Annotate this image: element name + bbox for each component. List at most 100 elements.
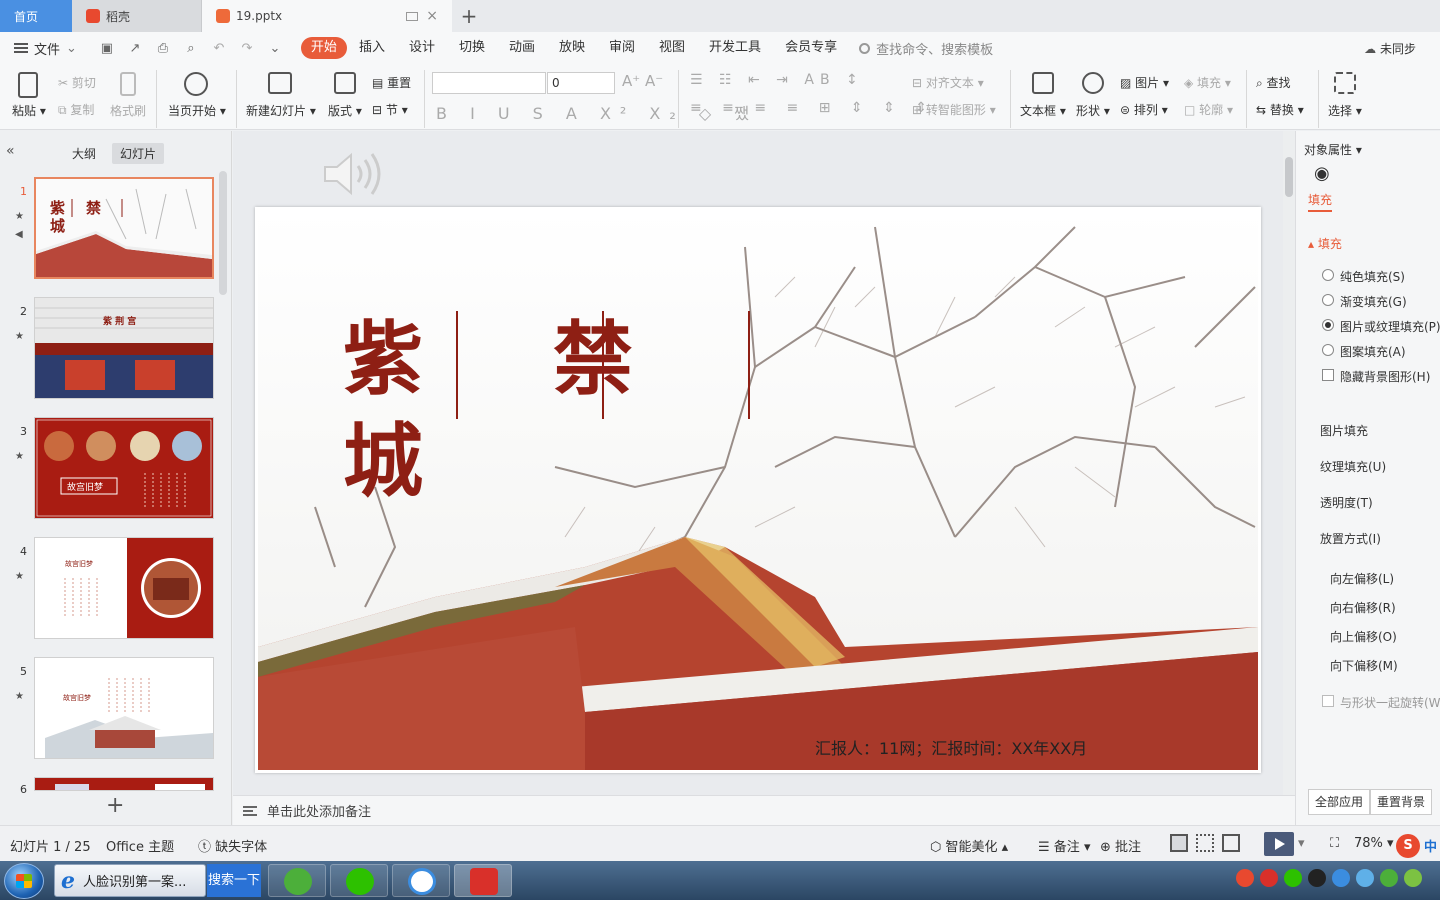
reset-background-button[interactable]: 重置背景 [1370,789,1433,815]
ribbon-tab-5[interactable]: 放映 [547,37,597,59]
sogou-tray-icon[interactable] [1236,869,1254,887]
save-icon[interactable]: ▣ [99,41,115,56]
sync-status[interactable]: ☁ 未同步 [1364,40,1416,57]
pattern-fill-label[interactable]: 图案填充(A) [1340,343,1406,360]
reporter-text[interactable]: 汇报人：11网；汇报时间：XX年XX月 [815,735,1087,759]
paste-button[interactable]: 粘贴 ▾ [12,102,46,119]
baidu-tray-icon[interactable] [1332,869,1350,887]
new-slide-icon[interactable] [268,72,292,94]
tab-home[interactable]: 首页 [0,0,72,32]
picture-fill-label[interactable]: 图片或纹理填充(P) [1340,318,1440,335]
ie-window-button[interactable]: e 人脸识别第一案... [54,864,206,897]
radio-pattern-fill[interactable] [1322,344,1334,356]
taskbar-app-baidu[interactable] [392,864,450,897]
collapse-panel-icon[interactable]: « [6,143,15,159]
ribbon-tab-4[interactable]: 动画 [497,37,547,59]
export-icon[interactable]: ↗ [127,41,143,56]
ribbon-tab-3[interactable]: 切换 [447,37,497,59]
hide-bg-label[interactable]: 隐藏背景图形(H) [1340,368,1430,385]
theme-name[interactable]: Office 主题 [106,836,174,855]
slide-thumbnail-4[interactable]: 故宫旧梦 [34,537,214,639]
fill-button[interactable]: ◈ 填充 ▾ [1184,74,1231,91]
apply-all-button[interactable]: 全部应用 [1308,789,1371,815]
font-size-select[interactable]: 0 [547,72,615,94]
tab-fill[interactable]: 填充 [1308,191,1333,212]
taskbar-app-360[interactable] [268,864,326,897]
format-painter-icon[interactable] [120,72,136,96]
smartart-button[interactable]: ⊞ 转智能图形 ▾ [912,101,996,118]
slide-thumbnail-5[interactable]: 故宫旧梦 [34,657,214,759]
rotate-with-shape-label[interactable]: 与形状一起旋转(W) [1340,694,1440,711]
undo-icon[interactable]: ↶ [211,41,227,56]
redo-icon[interactable]: ↷ [239,41,255,56]
slide-thumbnail-2[interactable]: 紫 荆 宫 [34,297,214,399]
ribbon-tab-8[interactable]: 开发工具 [697,37,773,59]
play-circle-icon[interactable] [184,72,208,96]
paste-icon[interactable] [18,72,38,98]
tab-outline[interactable]: 大纲 [64,143,104,164]
cut-button[interactable]: ✂ 剪切 [58,74,96,91]
textbox-icon[interactable] [1032,72,1054,94]
customize-icon[interactable]: ⌄ [267,41,283,56]
outline-button[interactable]: □ 轮廓 ▾ [1184,101,1233,118]
slide-thumbnail-3[interactable]: 故宫旧梦 [34,417,214,519]
tab-docer[interactable]: 稻壳 [72,0,202,32]
ribbon-tab-9[interactable]: 会员专享 [773,37,849,59]
ribbon-tab-1[interactable]: 插入 [347,37,397,59]
play-options-icon[interactable]: ▾ [1298,836,1305,851]
fill-section-header[interactable]: ▴ 填充 [1308,235,1342,252]
sorter-view-icon[interactable] [1196,834,1214,852]
reading-view-icon[interactable] [1222,834,1240,852]
new-tab-button[interactable]: + [452,0,486,32]
radio-solid-fill[interactable] [1322,269,1334,281]
ribbon-tab-7[interactable]: 视图 [647,37,697,59]
rotate-with-shape-checkbox[interactable] [1322,695,1334,707]
notes-bar[interactable]: 单击此处添加备注 [233,795,1295,825]
add-slide-button[interactable]: + [106,793,124,818]
normal-view-icon[interactable] [1170,834,1188,852]
ribbon-tab-2[interactable]: 设计 [397,37,447,59]
slide-panel-scrollbar[interactable] [219,171,227,295]
ribbon-tab-6[interactable]: 审阅 [597,37,647,59]
print-icon[interactable]: ⎙ [155,41,171,56]
arrange-button[interactable]: ⊜ 排列 ▾ [1120,101,1168,118]
green-tray-icon[interactable] [1380,869,1398,887]
taskbar-search-button[interactable]: 搜索一下 [207,864,261,897]
align-buttons[interactable]: ≡ ≡ ≡ ≡ ⊞ ⇕ ⇕ ⇕ [690,100,935,116]
solid-fill-label[interactable]: 纯色填充(S) [1340,268,1405,285]
file-menu[interactable]: 文件 ⌄ [0,39,91,58]
current-slide[interactable]: 紫 禁 城 汇报人：11网；汇报时间：XX年XX月 [255,207,1261,773]
copy-button[interactable]: ⧉ 复制 [58,101,94,118]
font-family-select[interactable] [432,72,546,94]
notes-toggle[interactable]: ☰ 备注 ▾ [1038,836,1090,855]
grow-font-button[interactable]: A⁺ A⁻ [622,72,663,90]
ribbon-tab-0[interactable]: 开始 [300,37,347,59]
replace-button[interactable]: ⇆ 替换 ▾ [1256,101,1304,118]
slide-title-char-1[interactable]: 紫 [343,319,423,399]
comments-toggle[interactable]: ⊕ 批注 [1100,836,1141,855]
section-button[interactable]: ⊟ 节 ▾ [372,101,408,118]
align-text-button[interactable]: ⊟ 对齐文本 ▾ [912,74,984,91]
tab-slides[interactable]: 幻灯片 [112,143,165,164]
reset-button[interactable]: ▤ 重置 [372,74,411,91]
select-icon[interactable] [1334,72,1356,94]
layout-button[interactable]: 版式 ▾ [328,102,362,119]
ime-mode[interactable]: 中 [1424,836,1437,855]
tab-file[interactable]: 19.pptx × [202,0,452,32]
wechat-tray-icon[interactable] [1284,869,1302,887]
shape-button[interactable]: 形状 ▾ [1076,102,1110,119]
radio-gradient-fill[interactable] [1322,294,1334,306]
missing-font-button[interactable]: ⓣ 缺失字体 [198,836,267,855]
taskbar-app-wechat[interactable] [330,864,388,897]
close-tab-icon[interactable]: × [426,8,438,24]
shape-icon[interactable] [1082,72,1104,94]
from-current-button[interactable]: 当页开始 ▾ [168,102,226,119]
gradient-fill-label[interactable]: 渐变填充(G) [1340,293,1407,310]
slide-thumbnail-1[interactable]: 紫 禁 城 [34,177,214,279]
command-search[interactable]: 查找命令、搜索模板 [859,39,993,58]
start-button[interactable] [4,863,44,899]
qq-tray-icon[interactable] [1308,869,1326,887]
hide-bg-checkbox[interactable] [1322,369,1334,381]
monitor-icon[interactable] [406,11,419,21]
slide-title-char-3[interactable]: 城 [343,421,423,501]
